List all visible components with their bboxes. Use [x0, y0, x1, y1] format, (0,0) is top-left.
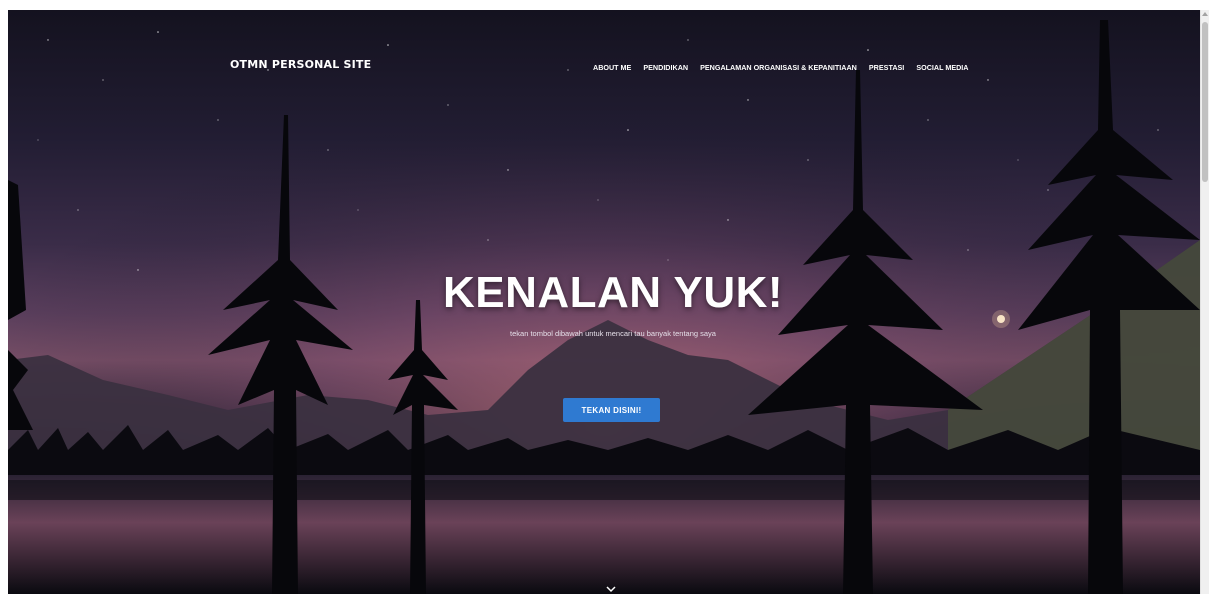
nav-item-pendidikan[interactable]: PENDIDIKAN [643, 63, 688, 72]
scroll-up-arrow-icon[interactable] [1202, 12, 1208, 16]
nav-item-prestasi[interactable]: PRESTASI [869, 63, 904, 72]
cta-button[interactable]: TEKAN DISINI! [563, 398, 660, 422]
chevron-down-icon [606, 585, 616, 592]
scroll-down-button[interactable] [605, 584, 617, 594]
nav-item-about-me[interactable]: ABOUT ME [593, 63, 631, 72]
site-brand-link[interactable]: OTMN PERSONAL SITE [230, 58, 371, 71]
nav-item-pengalaman[interactable]: PENGALAMAN ORGANISASI & KEPANITIAAN [700, 63, 857, 72]
hero-title: KENALAN YUK! [442, 268, 784, 317]
main-nav: ABOUT ME PENDIDIKAN PENGALAMAN ORGANISAS… [593, 63, 969, 72]
scrollbar-thumb[interactable] [1202, 22, 1208, 182]
nav-item-social-media[interactable]: SOCIAL MEDIA [916, 63, 968, 72]
hero-section: OTMN PERSONAL SITE ABOUT ME PENDIDIKAN P… [8, 10, 1200, 594]
hero-subtitle: tekan tombol dibawah untuk mencari tau b… [510, 329, 716, 338]
page-scrollbar[interactable] [1200, 10, 1209, 594]
